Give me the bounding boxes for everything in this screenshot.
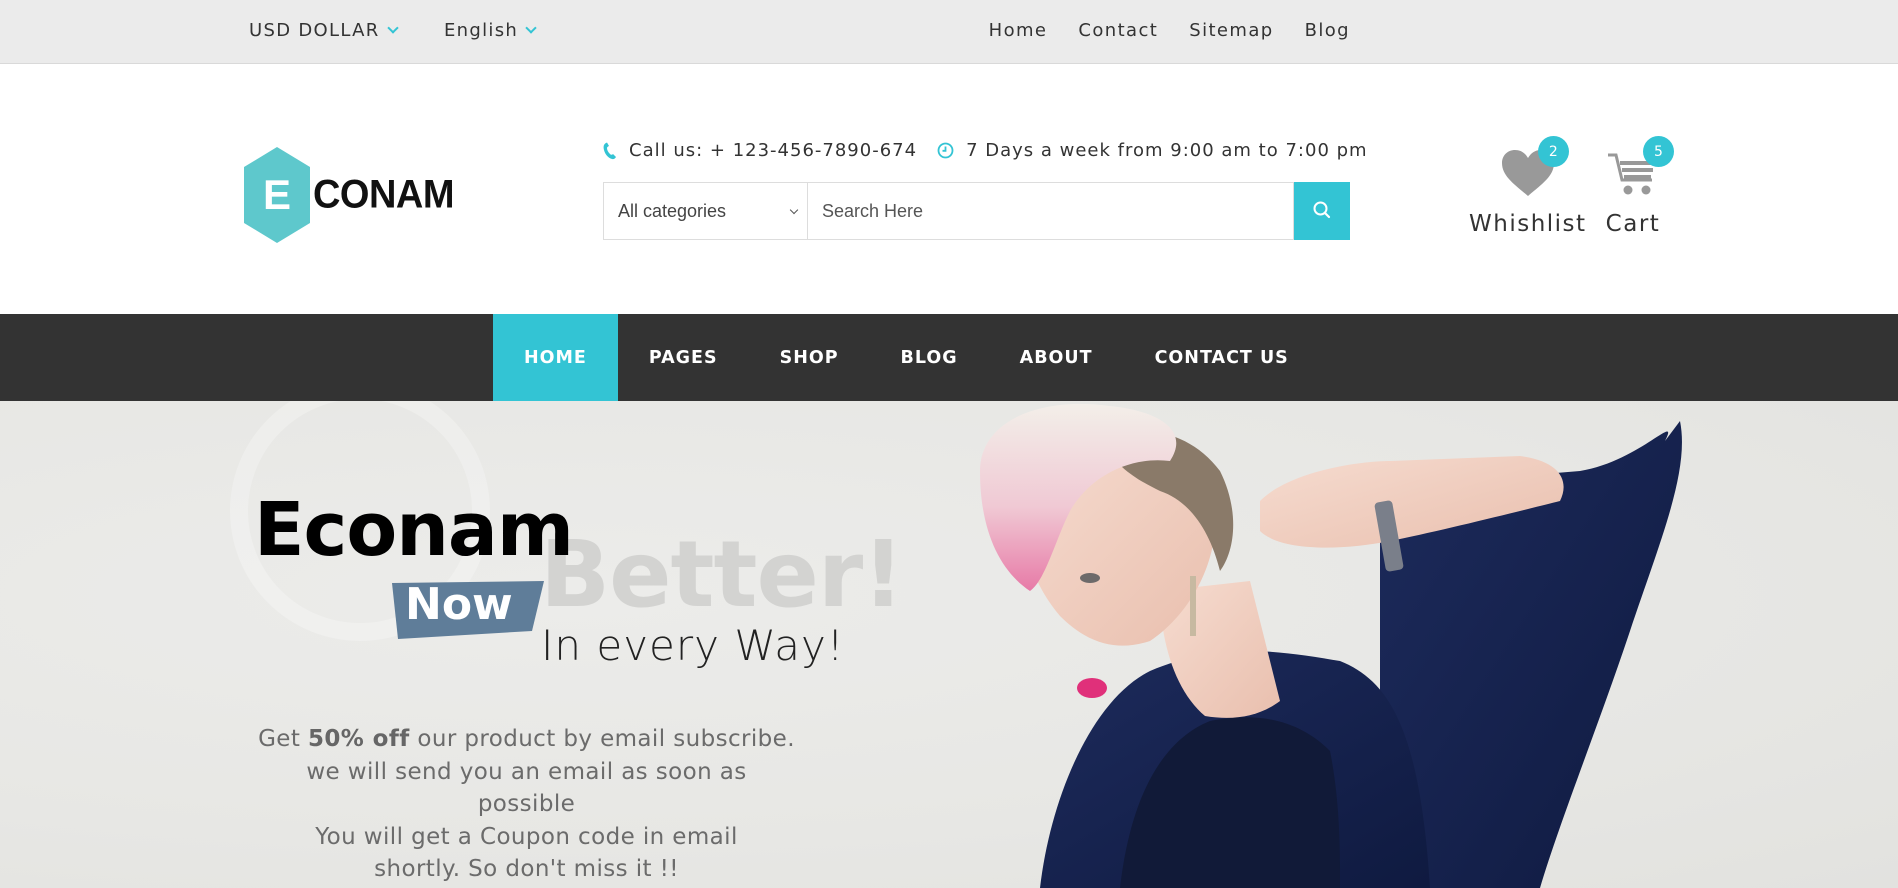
site-logo[interactable]: E CONAM [244,145,455,245]
clock-icon [937,142,954,159]
search-bar: All categories [603,182,1350,240]
desc-line1: our product by email subscribe. [409,726,795,752]
cart-count-badge: 5 [1643,136,1674,167]
site-header: E CONAM Call us: + 123-456-7890-674 7 Da… [0,64,1898,314]
top-link-blog[interactable]: Blog [1305,20,1350,41]
desc-prefix: Get [258,726,308,752]
nav-item-home[interactable]: HOME [493,314,618,401]
category-select[interactable]: All categories [603,182,807,240]
nav-item-shop[interactable]: SHOP [749,314,870,401]
cart-label: Cart [1605,211,1661,237]
hero-description: Get 50% off our product by email subscri… [254,723,799,886]
wishlist-label: Whishlist [1469,211,1587,237]
hero-tag: Now [405,579,513,630]
hero-model-image [980,403,1682,888]
top-links: Home Contact Sitemap Blog [989,20,1350,41]
top-link-contact[interactable]: Contact [1078,20,1158,41]
nav-item-about[interactable]: ABOUT [989,314,1124,401]
discount-highlight: 50% off [307,726,410,752]
top-link-home[interactable]: Home [989,20,1048,41]
currency-label: USD DOLLAR [249,20,380,41]
contact-info: Call us: + 123-456-7890-674 7 Days a wee… [603,140,1368,161]
nav-item-contact-us[interactable]: CONTACT US [1124,314,1320,401]
nav-item-pages[interactable]: PAGES [618,314,749,401]
desc-line3: You will get a Coupon code in email [315,823,738,850]
desc-line2: we will send you an email as soon as pos… [306,758,747,818]
hero-banner: Better! Econam Now In every Way! Get 50%… [0,401,1898,888]
language-label: English [444,20,519,41]
chevron-down-icon [525,21,537,34]
top-bar: USD DOLLAR English Home Contact Sitemap … [0,0,1898,64]
hours-text: 7 Days a week from 9:00 am to 7:00 pm [966,140,1368,161]
wishlist-count-badge: 2 [1537,136,1569,167]
hero-title: Econam [254,487,574,573]
chevron-down-icon [789,205,799,215]
currency-dropdown[interactable]: USD DOLLAR [249,20,399,41]
hero-ghost-word: Better! [540,521,904,628]
logo-wordmark: CONAM [312,172,455,217]
call-text: Call us: + 123-456-7890-674 [629,140,918,161]
search-input[interactable] [807,182,1294,240]
nav-item-blog[interactable]: BLOG [870,314,989,401]
language-dropdown[interactable]: English [444,20,537,41]
top-link-sitemap[interactable]: Sitemap [1189,20,1273,41]
phone-icon [603,142,617,160]
hero-subtitle: In every Way! [541,621,845,670]
search-icon [1312,200,1332,223]
chevron-down-icon [386,21,399,34]
logo-badge-letter: E [262,171,291,218]
desc-line4: shortly. So don't miss it !! [374,856,679,882]
search-button[interactable] [1294,182,1350,240]
wishlist-button[interactable]: 2 Whishlist [1469,136,1587,237]
main-navigation: HOME PAGES SHOP BLOG ABOUT CONTACT US [0,314,1898,401]
category-selected: All categories [618,200,727,221]
logo-hexagon-icon: E [244,147,310,243]
cart-button[interactable]: 5 Cart [1598,136,1674,237]
